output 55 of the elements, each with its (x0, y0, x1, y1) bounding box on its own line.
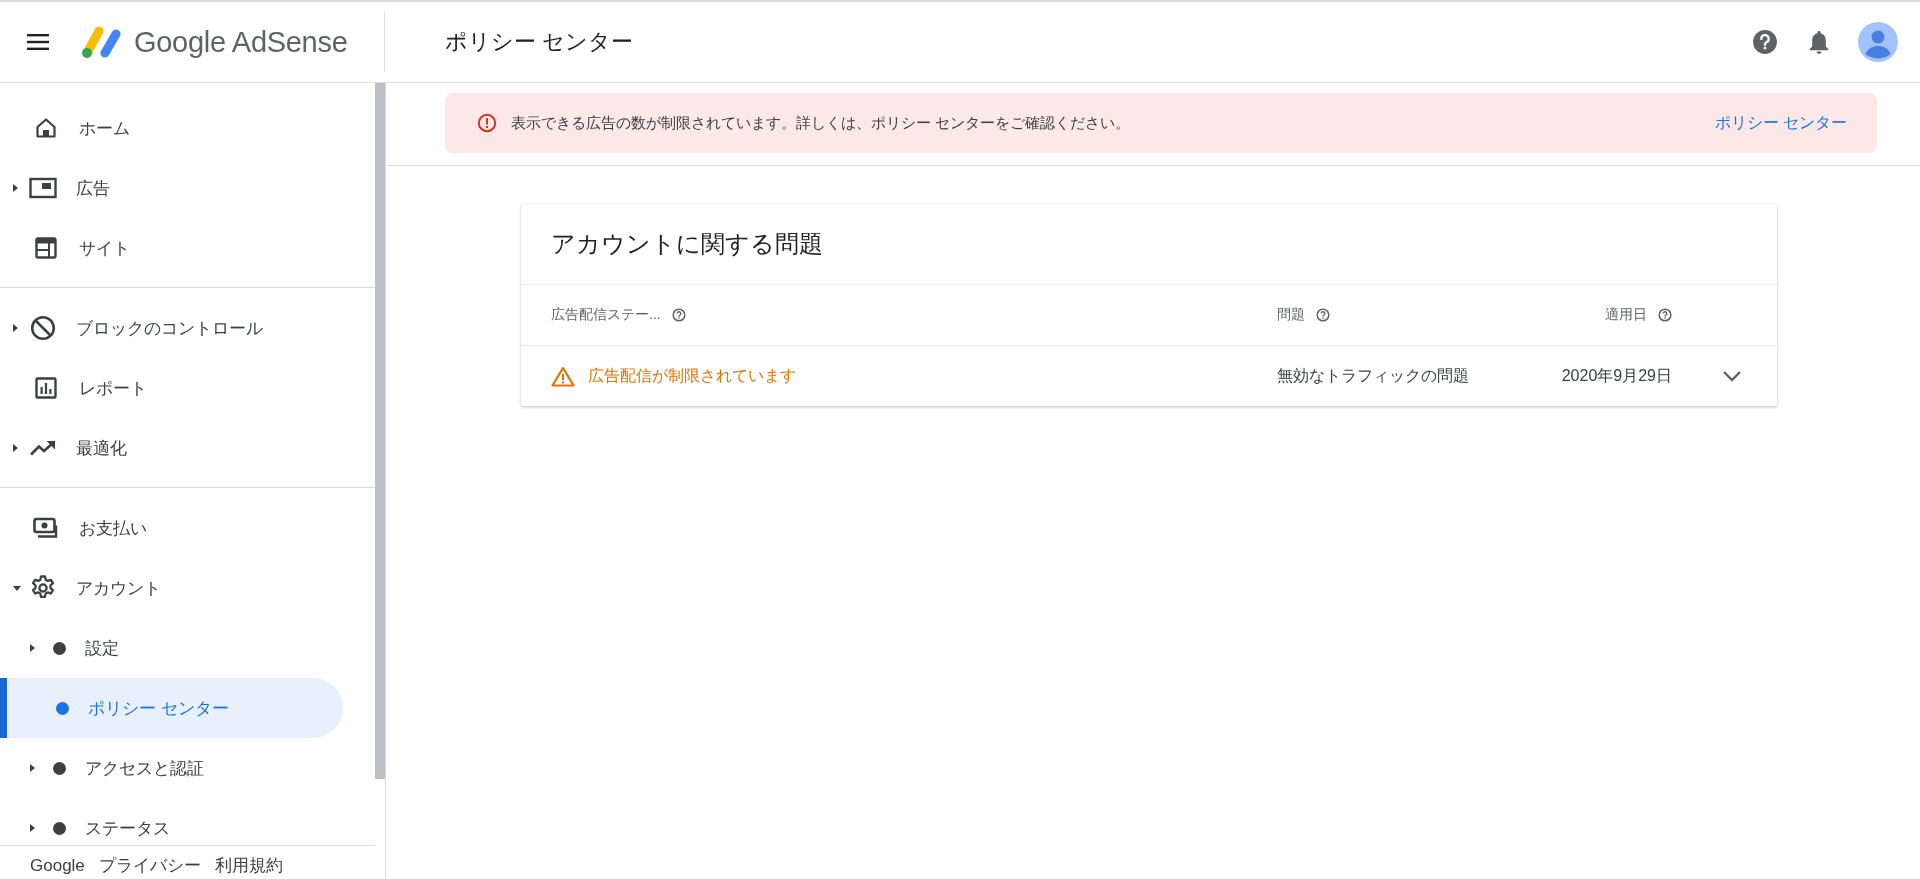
menu-icon (27, 34, 49, 50)
bullet-icon (53, 761, 66, 775)
error-icon (477, 113, 497, 133)
chevron-down-icon (1722, 370, 1742, 382)
nav-item[interactable]: 最適化 (0, 418, 343, 478)
column-header: 広告配信ステー... (551, 306, 661, 324)
help-icon (1752, 29, 1778, 55)
settings-icon (30, 575, 56, 601)
expand-arrow-icon[interactable] (30, 824, 35, 832)
product-name: Google AdSense (134, 25, 348, 59)
block-icon (30, 315, 56, 341)
account-avatar[interactable] (1858, 22, 1898, 62)
home-icon (35, 117, 57, 139)
help-icon[interactable] (671, 308, 686, 322)
footer-link[interactable]: Google (30, 855, 85, 877)
warning-icon (551, 365, 575, 387)
page-title: ポリシー センター (445, 28, 635, 56)
expand-arrow-icon[interactable] (13, 184, 18, 192)
nav-item[interactable]: 設定 (0, 618, 343, 678)
nav-item[interactable]: ホーム (0, 98, 343, 158)
expand-arrow-icon[interactable] (30, 644, 35, 652)
table-cell-text: 無効なトラフィックの問題 (1277, 365, 1469, 386)
expand-arrow-icon[interactable] (13, 324, 18, 332)
nav-item[interactable]: ポリシー センター (0, 678, 343, 738)
layout-icon (35, 237, 57, 259)
nav-item[interactable]: アカウント (0, 558, 343, 618)
table-cell-text: 2020年9月29日 (1561, 365, 1672, 386)
trending-up-icon (30, 440, 56, 456)
alert-message: 表示できる広告の数が制限されています。詳しくは、ポリシー センターをご確認ください。 (511, 113, 1132, 133)
footer-link[interactable]: 利用規約 (214, 855, 283, 877)
bullet-icon (56, 701, 69, 715)
nav-item[interactable]: ブロックのコントロール (0, 298, 343, 358)
expand-arrow-icon[interactable] (13, 585, 21, 591)
card-title: アカウントに関する問題 (521, 204, 1777, 285)
nav-item[interactable]: 広告 (0, 158, 343, 218)
nav-item[interactable]: サイト (0, 218, 343, 278)
bar-chart-icon (35, 377, 57, 399)
nav-item[interactable]: アクセスと認証 (0, 738, 343, 798)
column-header: 問題 (1277, 306, 1305, 324)
expand-arrow-icon[interactable] (13, 444, 18, 452)
help-icon[interactable] (1316, 308, 1330, 322)
ad-unit-icon (29, 177, 57, 199)
nav-item[interactable]: レポート (0, 358, 343, 418)
bullet-icon (53, 641, 66, 655)
money-icon (33, 517, 59, 539)
expand-arrow-icon[interactable] (30, 764, 35, 772)
column-header: 適用日 (1605, 306, 1647, 324)
help-icon[interactable] (1658, 308, 1672, 322)
nav-item[interactable]: お支払い (0, 498, 343, 558)
bullet-icon (53, 821, 66, 835)
policy-center-link[interactable]: ポリシー センター (1714, 112, 1847, 134)
footer-link[interactable]: プライバシー (98, 855, 201, 877)
status-text: 広告配信が制限されています (588, 365, 796, 386)
nav-item[interactable]: ステータス (0, 798, 343, 845)
bell-icon (1808, 29, 1830, 55)
